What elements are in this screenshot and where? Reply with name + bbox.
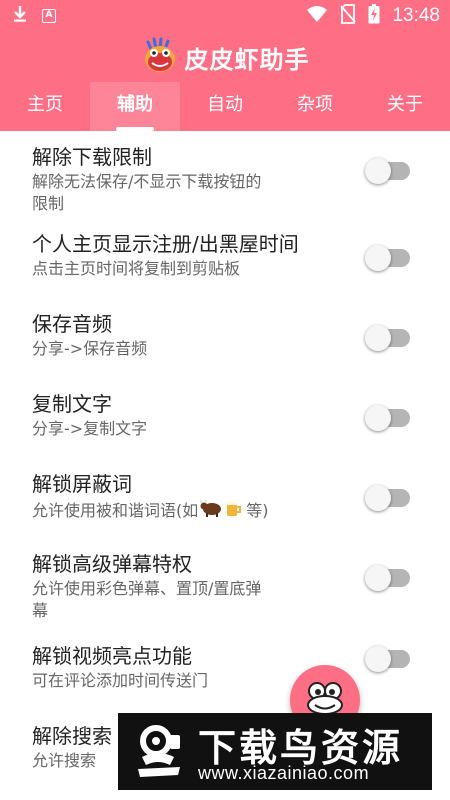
battery-charging-icon bbox=[368, 4, 380, 28]
toggle-switch[interactable] bbox=[365, 325, 410, 351]
tab-label: 自动 bbox=[207, 94, 243, 115]
setting-title: 个人主页显示注册/出黑屋时间 bbox=[32, 232, 299, 256]
setting-desc: 分享->复制文字 bbox=[32, 419, 148, 438]
setting-title: 解锁屏蔽词 bbox=[32, 472, 132, 496]
title-bar: 皮皮虾助手 bbox=[0, 34, 450, 80]
setting-unlock-blocked-words: 解锁屏蔽词 允许使用被和谐词语(如 等) bbox=[0, 466, 450, 546]
toggle-knob bbox=[365, 565, 391, 591]
settings-list: 解除下载限制 解除无法保存/不显示下载按钮的 限制 个人主页显示注册/出黑屋时间… bbox=[0, 131, 450, 788]
setting-title: 解除下载限制 bbox=[32, 145, 152, 169]
setting-desc: 允许使用被和谐词语(如 等) bbox=[32, 498, 370, 524]
toggle-knob bbox=[365, 485, 391, 511]
toggle-knob bbox=[365, 646, 391, 672]
beer-emoji-icon bbox=[224, 498, 244, 524]
tab-auto[interactable]: 自动 bbox=[180, 82, 270, 131]
setting-desc: 分享->保存音频 bbox=[32, 339, 148, 358]
a-notification-icon: A bbox=[42, 9, 56, 23]
setting-title: 解锁高级弹幕特权 bbox=[32, 552, 192, 576]
tab-misc[interactable]: 杂项 bbox=[270, 82, 360, 131]
setting-desc-part: 允许使用被和谐词语(如 bbox=[32, 501, 199, 520]
toggle-knob bbox=[365, 245, 391, 271]
toggle-switch[interactable] bbox=[365, 565, 410, 591]
setting-show-register-time: 个人主页显示注册/出黑屋时间 点击主页时间将复制到剪贴板 bbox=[0, 226, 450, 306]
tab-label: 关于 bbox=[387, 94, 423, 115]
tab-label: 辅助 bbox=[117, 94, 153, 115]
status-bar: A 13:48 bbox=[0, 0, 450, 30]
watermark-banner: 下载鸟资源 www.xiazainiao.com bbox=[118, 713, 432, 790]
toggle-knob bbox=[365, 325, 391, 351]
setting-video-highlight: 解锁视频亮点功能 可在评论添加时间传送门 bbox=[0, 638, 450, 718]
setting-desc: 幕 bbox=[32, 601, 49, 620]
tab-about[interactable]: 关于 bbox=[360, 82, 450, 131]
setting-premium-danmaku: 解锁高级弹幕特权 允许使用彩色弹幕、置顶/置底弹 幕 bbox=[0, 546, 450, 638]
toggle-switch[interactable] bbox=[365, 646, 410, 672]
toggle-switch[interactable] bbox=[365, 485, 410, 511]
setting-desc: 允许使用彩色弹幕、置顶/置底弹 bbox=[32, 579, 262, 598]
tab-label: 主页 bbox=[27, 94, 63, 115]
watermark-url: www.xiazainiao.com bbox=[198, 763, 370, 783]
toggle-knob bbox=[365, 158, 391, 184]
app-title: 皮皮虾助手 bbox=[184, 45, 310, 74]
setting-unlock-download: 解除下载限制 解除无法保存/不显示下载按钮的 限制 bbox=[0, 131, 450, 226]
toggle-switch[interactable] bbox=[365, 158, 410, 184]
tab-label: 杂项 bbox=[297, 94, 333, 115]
watermark-logo-icon bbox=[134, 723, 184, 781]
setting-title: 复制文字 bbox=[32, 392, 112, 416]
setting-save-audio: 保存音频 分享->保存音频 bbox=[0, 306, 450, 386]
shrimp-mascot-icon bbox=[141, 36, 179, 78]
wifi-icon bbox=[306, 5, 328, 27]
app-header: A 13:48 皮皮虾助手 主页 辅助 自动 杂项 关于 bbox=[0, 0, 450, 131]
toggle-knob bbox=[365, 405, 391, 431]
setting-desc: 解除无法保存/不显示下载按钮的 bbox=[32, 172, 262, 191]
tab-assist[interactable]: 辅助 bbox=[90, 82, 180, 131]
toggle-switch[interactable] bbox=[365, 245, 410, 271]
setting-copy-text: 复制文字 分享->复制文字 bbox=[0, 386, 450, 466]
setting-desc: 点击主页时间将复制到剪贴板 bbox=[32, 259, 241, 278]
no-sim-icon bbox=[340, 4, 357, 28]
setting-desc: 限制 bbox=[32, 194, 65, 213]
setting-desc-part: 等) bbox=[246, 501, 269, 520]
status-time: 13:48 bbox=[392, 5, 440, 26]
toggle-switch[interactable] bbox=[365, 405, 410, 431]
tab-home[interactable]: 主页 bbox=[0, 82, 90, 131]
tab-bar: 主页 辅助 自动 杂项 关于 bbox=[0, 82, 450, 131]
setting-title: 保存音频 bbox=[32, 312, 112, 336]
download-icon bbox=[12, 5, 28, 27]
cow-emoji-icon bbox=[199, 499, 222, 523]
